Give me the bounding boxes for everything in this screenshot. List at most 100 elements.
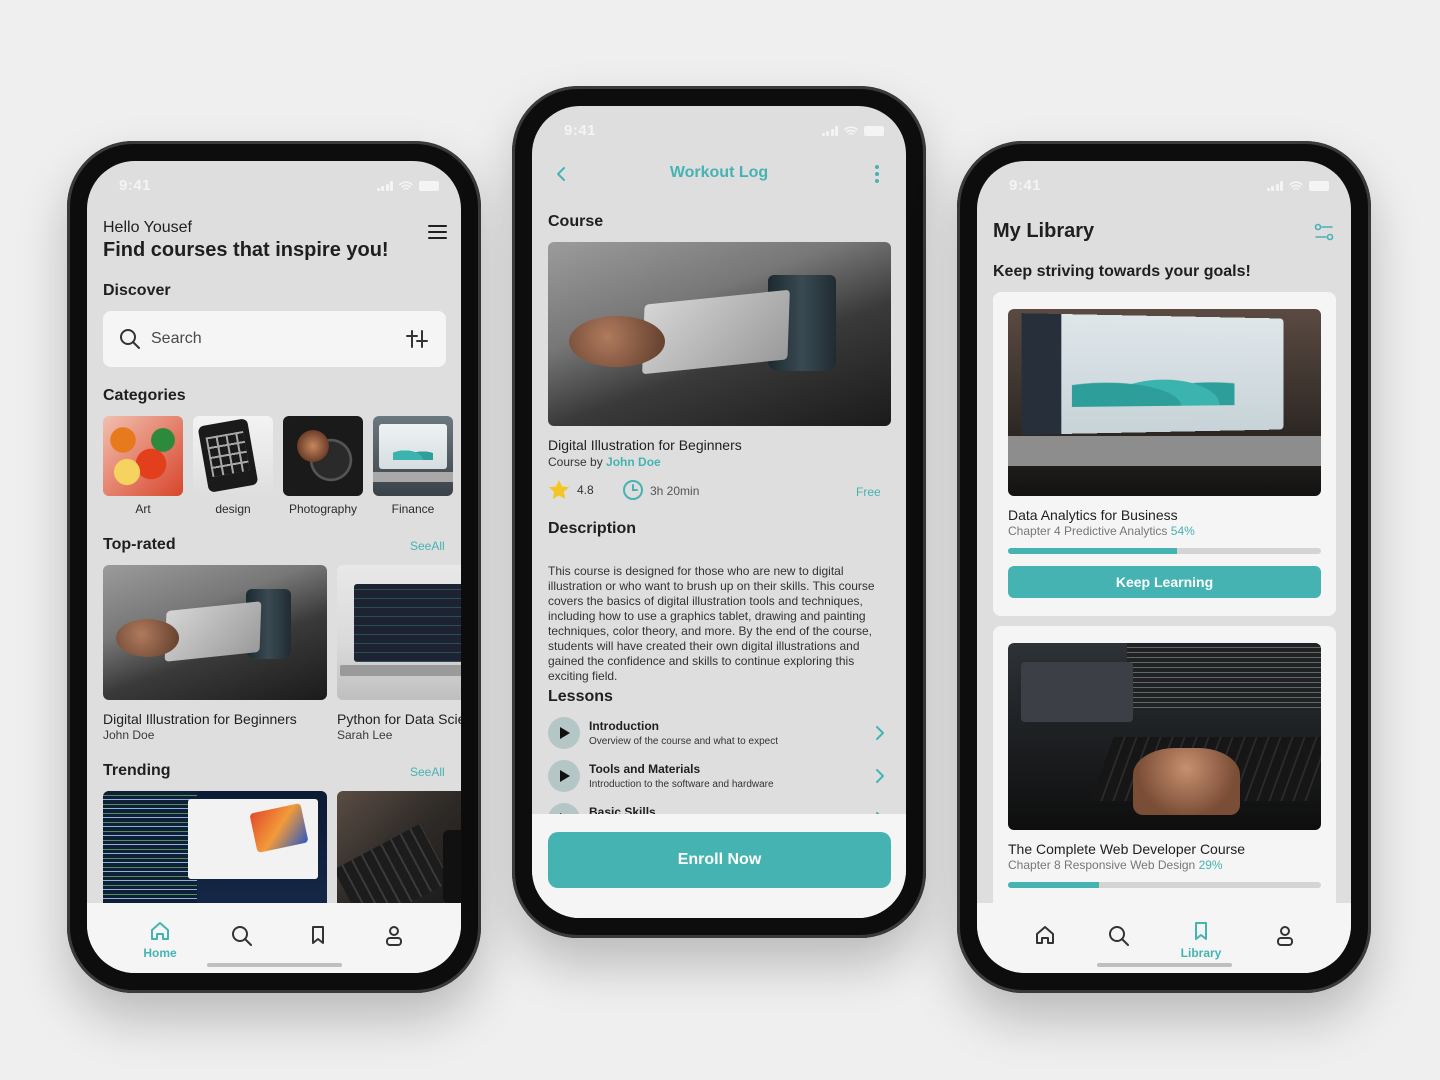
course-rating: 4.8	[577, 483, 594, 497]
tab-home[interactable]	[1020, 925, 1070, 965]
home-indicator	[207, 963, 342, 967]
course-title: Python for Data Science	[337, 711, 461, 727]
library-course-card[interactable]: The Complete Web Developer Course Chapte…	[993, 626, 1336, 926]
lesson-item[interactable]: Introduction Overview of the course and …	[548, 717, 891, 751]
course-chapter-line: Chapter 8 Responsive Web Design 29%	[1008, 858, 1223, 872]
progress-fill	[1008, 548, 1178, 554]
course-description: This course is designed for those who ar…	[548, 564, 875, 683]
more-options-icon[interactable]	[874, 164, 880, 184]
category-label-art: Art	[135, 502, 151, 516]
lesson-subtitle: Overview of the course and what to expec…	[589, 736, 778, 747]
bookmark-icon	[1195, 922, 1207, 940]
home-icon	[151, 922, 169, 940]
course-progress-bar	[1008, 548, 1321, 554]
progress-fill	[1008, 882, 1099, 888]
header-title: Workout Log	[669, 164, 769, 181]
headline: Find courses that inspire you!	[103, 239, 389, 261]
category-label-design: design	[215, 502, 251, 516]
lesson-subtitle: Introduction to the software and hardwar…	[589, 779, 774, 790]
search-placeholder: Search	[151, 330, 202, 347]
course-by-label: Course by	[548, 455, 603, 469]
phone-home: 9:41 Hello Yousef Find courses that insp…	[67, 141, 481, 993]
home-icon	[1036, 926, 1054, 944]
trending-course-image[interactable]	[103, 791, 327, 921]
signal-icon	[821, 126, 838, 136]
lessons-title: Lessons	[548, 688, 613, 705]
trending-title: Trending	[103, 762, 171, 779]
filter-icon[interactable]	[406, 329, 428, 349]
author-link[interactable]: John Doe	[606, 455, 661, 469]
battery-icon	[419, 181, 439, 191]
category-photography-image[interactable]	[283, 416, 363, 496]
course-title: Data Analytics for Business	[1008, 507, 1178, 523]
tab-home-label: Home	[143, 946, 177, 960]
library-course-card[interactable]: Data Analytics for Business Chapter 4 Pr…	[993, 292, 1336, 616]
tab-search[interactable]	[1094, 925, 1144, 965]
course-image	[1008, 309, 1321, 496]
course-price: Free	[856, 485, 881, 499]
categories-title: Categories	[103, 387, 186, 404]
course-title: The Complete Web Developer Course	[1008, 841, 1246, 857]
home-indicator	[1097, 963, 1232, 967]
enroll-now-button[interactable]: Enroll Now	[548, 832, 891, 888]
status-icons	[821, 126, 884, 136]
lesson-title: Introduction	[589, 719, 659, 733]
status-time: 9:41	[1009, 177, 1042, 194]
library-screen: 9:41 My Library Keep striving towards yo…	[977, 161, 1351, 973]
profile-icon	[1277, 926, 1293, 946]
course-author: John Doe	[103, 728, 155, 742]
course-chapter: Chapter 8 Responsive Web Design	[1008, 858, 1196, 872]
category-label-finance: Finance	[391, 502, 435, 516]
course-duration: 3h 20min	[650, 484, 700, 498]
tab-library-label: Library	[1180, 946, 1222, 960]
enroll-footer: Enroll Now	[532, 814, 906, 918]
search-icon	[120, 329, 140, 349]
lesson-title: Tools and Materials	[589, 762, 701, 776]
tab-home[interactable]: Home	[135, 921, 185, 961]
course-title: Digital Illustration for Beginners	[548, 437, 742, 453]
top-rated-see-all-link[interactable]: SeeAll	[410, 539, 445, 553]
course-progress-percent: 54%	[1170, 524, 1195, 538]
signal-icon	[1266, 181, 1283, 191]
course-author: Sarah Lee	[337, 728, 393, 742]
tab-search[interactable]	[217, 925, 267, 965]
course-by-line: Course by John Doe	[548, 455, 661, 469]
phone-course-detail: 9:41 Workout Log Course Digital Illustra…	[512, 86, 926, 938]
tab-profile[interactable]	[1260, 925, 1310, 965]
chevron-right-icon	[876, 769, 884, 783]
library-subtitle: Keep striving towards your goals!	[993, 263, 1251, 280]
search-icon	[1109, 926, 1129, 946]
category-design-image[interactable]	[193, 416, 273, 496]
play-icon	[548, 760, 580, 792]
course-progress-bar	[1008, 882, 1321, 888]
course-chapter-line: Chapter 4 Predictive Analytics 54%	[1008, 524, 1195, 538]
discover-title: Discover	[103, 282, 171, 299]
top-rated-course-image[interactable]	[337, 565, 461, 700]
signal-icon	[376, 181, 393, 191]
settings-sliders-icon[interactable]	[1314, 223, 1334, 241]
trending-see-all-link[interactable]: SeeAll	[410, 765, 445, 779]
bookmark-icon	[312, 926, 324, 944]
trending-course-image[interactable]	[337, 791, 461, 921]
search-input[interactable]: Search	[103, 311, 446, 367]
status-icons	[1266, 181, 1329, 191]
chevron-right-icon	[876, 726, 884, 740]
course-progress-percent: 29%	[1198, 858, 1223, 872]
wifi-icon	[1289, 181, 1303, 190]
wifi-icon	[399, 181, 413, 190]
top-rated-course-image[interactable]	[103, 565, 327, 700]
menu-icon[interactable]	[428, 225, 447, 239]
greeting: Hello Yousef	[103, 219, 192, 236]
battery-icon	[1309, 181, 1329, 191]
category-art-image[interactable]	[103, 416, 183, 496]
tab-profile[interactable]	[369, 925, 419, 965]
keep-learning-button[interactable]: Keep Learning	[1008, 566, 1321, 598]
lesson-item[interactable]: Tools and Materials Introduction to the …	[548, 760, 891, 794]
status-time: 9:41	[119, 177, 152, 194]
tab-bookmarks[interactable]	[293, 925, 343, 965]
category-finance-image[interactable]	[373, 416, 453, 496]
tab-library[interactable]: Library	[1176, 921, 1226, 961]
play-icon	[548, 717, 580, 749]
profile-icon	[386, 926, 402, 946]
battery-icon	[864, 126, 884, 136]
